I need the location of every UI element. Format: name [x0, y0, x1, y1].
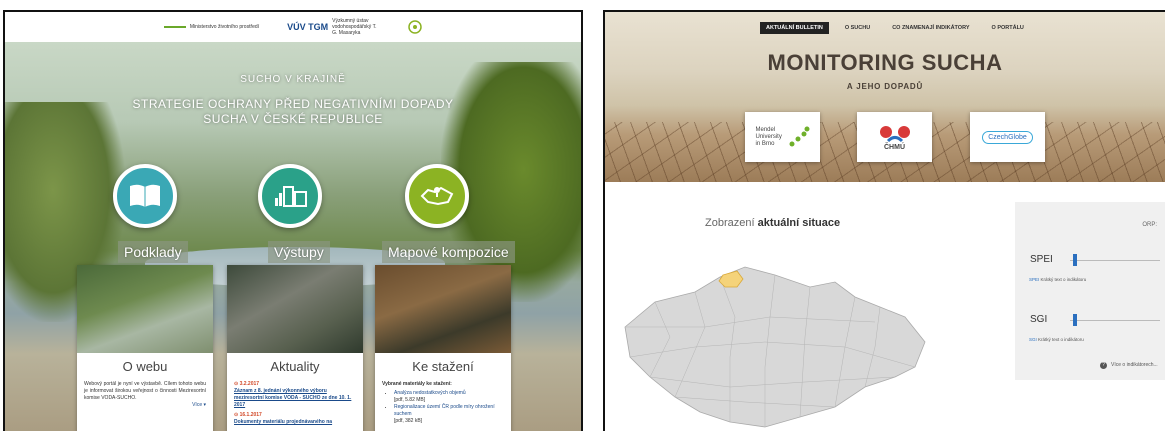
- section-heading: Zobrazení aktuální situace: [705, 217, 840, 229]
- news-item: ⊙ 3.2.2017 Záznam z 8. jednání výkonného…: [234, 381, 356, 409]
- ministry-logo-text: Ministerstvo životního prostředí: [189, 24, 260, 30]
- nav-o-suchu[interactable]: O SUCHU: [839, 22, 876, 34]
- news-card-image: [227, 265, 363, 353]
- book-icon: [130, 184, 160, 207]
- section-heading-bold: aktuální situace: [757, 217, 841, 229]
- sgi-slider-handle[interactable]: [1073, 314, 1078, 326]
- news-link[interactable]: Dokumenty materiálu projednávaného na: [234, 419, 356, 426]
- news-date: ⊙ 16.1.2017: [234, 412, 262, 418]
- left-screenshot: Ministerstvo životního prostředí VÚV TGM…: [3, 10, 583, 431]
- about-card: O webu Webový portál je nyní ve výstavbě…: [77, 265, 213, 431]
- vystupy-circle-button[interactable]: [258, 164, 322, 228]
- news-link[interactable]: Záznam z 8. jednání výkonného výboru mez…: [234, 388, 356, 409]
- download-card-title: Ke stažení: [412, 359, 474, 374]
- podklady-circle-button[interactable]: [113, 164, 177, 228]
- download-meta: [pdf, 5.82 MB]: [394, 397, 426, 403]
- mapove-kompozice-label[interactable]: Mapové kompozice: [382, 241, 515, 263]
- vystupy-label[interactable]: Výstupy: [268, 241, 330, 263]
- section-heading-label: Zobrazení: [705, 217, 755, 229]
- dots-icon: [789, 126, 809, 147]
- news-date-text: 16.1.2017: [239, 412, 262, 418]
- charts-documents-icon: [275, 186, 307, 207]
- about-more-link[interactable]: Více ▾: [84, 402, 206, 409]
- more-indicators-text: Více o indikátorech...: [1111, 362, 1158, 368]
- news-card-title: Aktuality: [270, 359, 320, 374]
- news-date-text: 3.2.2017: [239, 381, 260, 387]
- map-pin-icon: [420, 186, 454, 206]
- spei-desc-link[interactable]: SPEI: [1029, 277, 1039, 282]
- download-card-image: [375, 265, 511, 353]
- nav-o-portalu[interactable]: O PORTÁLU: [986, 22, 1030, 34]
- more-indicators-link[interactable]: ? Více o indikátorech...: [1100, 362, 1158, 369]
- vuv-logo-mark: VÚV TGM: [287, 22, 329, 32]
- sgi-desc: SGI Krátký text o indikátoru: [1029, 337, 1084, 342]
- site-title: MONITORING SUCHA: [767, 50, 1003, 75]
- sgi-slider[interactable]: [1070, 314, 1160, 326]
- spei-desc-text: Krátký text o indikátoru: [1040, 277, 1087, 282]
- about-card-text: Webový portál je nyní ve výstavbě. Cílem…: [84, 381, 206, 401]
- hero-subtitle: STRATEGIE OCHRANY PŘED NEGATIVNÍMI DOPAD…: [132, 97, 454, 126]
- drought-header: AKTUÁLNÍ BULLETIN O SUCHU CO ZNAMENAJÍ I…: [605, 12, 1165, 182]
- news-date: ⊙ 3.2.2017: [234, 381, 260, 387]
- download-link[interactable]: Regionalizace území ČR podle míry ohrože…: [394, 404, 495, 417]
- nav-aktualni-bulletin[interactable]: AKTUÁLNÍ BULLETIN: [760, 22, 829, 34]
- download-item: Analýza nedostatkových objemů[pdf, 5.82 …: [394, 390, 504, 404]
- right-screenshot: AKTUÁLNÍ BULLETIN O SUCHU CO ZNAMENAJÍ I…: [603, 10, 1165, 431]
- news-item: ⊙ 16.1.2017 Dokumenty materiálu projedná…: [234, 412, 356, 426]
- top-nav: AKTUÁLNÍ BULLETIN O SUCHU CO ZNAMENAJÍ I…: [760, 22, 1030, 34]
- sgi-label: SGI: [1030, 314, 1048, 325]
- news-card: Aktuality ⊙ 3.2.2017 Záznam z 8. jednání…: [227, 265, 363, 431]
- spei-label: SPEI: [1030, 254, 1053, 265]
- indicator-panel: ORP: SPEI SPEI Krátký text o indikátoru …: [1015, 202, 1165, 380]
- site-subtitle: A JEHO DOPADŮ: [846, 82, 924, 91]
- main-content: Zobrazení aktuální situace ORP: SPEI SPE…: [605, 182, 1165, 431]
- partner-chmu-logo[interactable]: ČHMÚ: [857, 112, 932, 162]
- partner-mendel-logo[interactable]: Mendel University in Brno: [745, 112, 820, 162]
- sgi-desc-text: Krátký text o indikátoru: [1038, 337, 1084, 342]
- spei-slider[interactable]: [1070, 254, 1160, 266]
- partner-header: Ministerstvo životního prostředí VÚV TGM…: [5, 12, 581, 42]
- vuv-logo-text: Výzkumný ústav vodohospodářský T. G. Mas…: [332, 18, 377, 36]
- spei-desc: SPEI Krátký text o indikátoru: [1029, 277, 1086, 282]
- ministry-logo[interactable]: Ministerstvo životního prostředí: [163, 24, 260, 30]
- partner-czechglobe-text: CzechGlobe: [982, 130, 1033, 144]
- czech-orp-map[interactable]: [615, 247, 935, 431]
- vuv-logo[interactable]: VÚV TGM Výzkumný ústav vodohospodářský T…: [287, 18, 380, 36]
- download-item: Regionalizace území ČR podle míry ohrože…: [394, 404, 504, 425]
- partner-mendel-text: Mendel University in Brno: [755, 126, 782, 147]
- nav-co-znamenaji-indikatory[interactable]: CO ZNAMENAJÍ INDIKÁTORY: [886, 22, 975, 34]
- orp-label: ORP:: [1142, 222, 1157, 228]
- download-card: Ke stažení Vybrané materiály ke stažení:…: [375, 265, 511, 431]
- partner-chmu-text: ČHMÚ: [884, 143, 905, 151]
- download-intro: Vybrané materiály ke stažení:: [382, 381, 452, 387]
- about-card-title: O webu: [122, 359, 168, 374]
- download-meta: [pdf, 382 kB]: [394, 418, 423, 424]
- question-icon: ?: [1100, 362, 1107, 369]
- mapove-kompozice-circle-button[interactable]: [405, 164, 469, 228]
- sgi-desc-link[interactable]: SGI: [1029, 337, 1037, 342]
- about-card-image: [77, 265, 213, 353]
- partner-czechglobe-logo[interactable]: CzechGlobe: [970, 112, 1045, 162]
- partner-emblem-icon[interactable]: [408, 20, 422, 34]
- spei-slider-handle[interactable]: [1073, 254, 1078, 266]
- chmu-emblem-icon: [879, 125, 910, 142]
- download-link[interactable]: Analýza nedostatkových objemů: [394, 390, 466, 396]
- hero-title: SUCHO V KRAJINĚ: [240, 74, 346, 85]
- podklady-label[interactable]: Podklady: [118, 241, 188, 263]
